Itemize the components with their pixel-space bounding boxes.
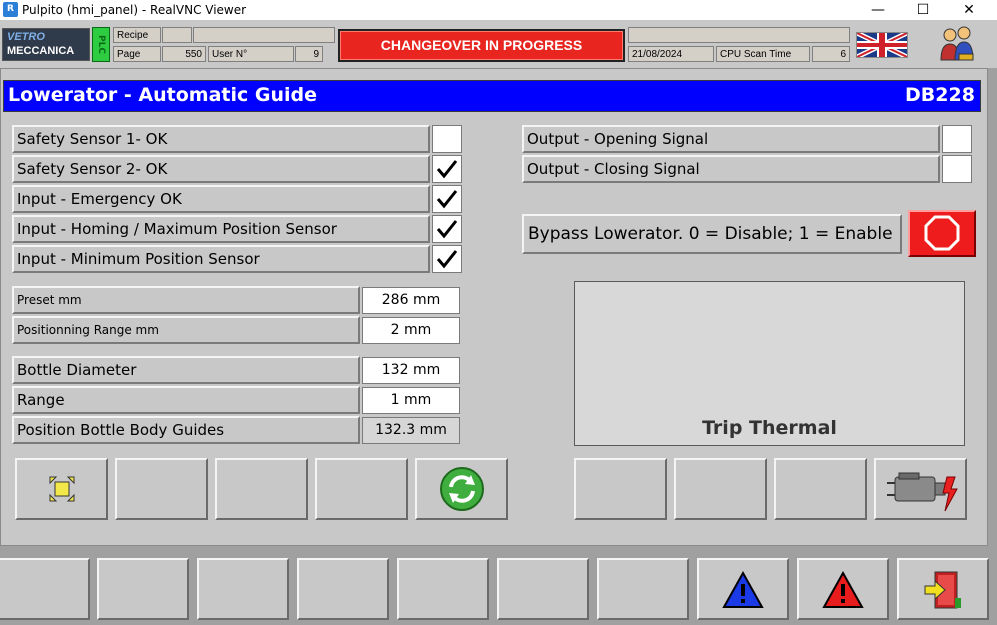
output-row-label: Output - Opening Signal — [522, 125, 940, 153]
exit-door-icon — [924, 571, 961, 609]
checkmark-icon — [436, 160, 458, 179]
maximize-button[interactable]: ☐ — [900, 0, 946, 20]
empty-button[interactable] — [115, 458, 208, 520]
status-checkbox[interactable] — [432, 215, 462, 243]
page-title: Lowerator - Automatic Guide — [8, 84, 317, 106]
warnings-button[interactable] — [697, 558, 789, 620]
footer-empty-button[interactable] — [297, 558, 389, 620]
refresh-icon — [439, 467, 484, 511]
status-checkbox[interactable] — [432, 125, 462, 153]
alarms-button[interactable] — [797, 558, 889, 620]
blue-warning-icon — [722, 570, 764, 608]
close-button[interactable]: ✕ — [946, 0, 992, 20]
status-row-label: Input - Homing / Maximum Position Sensor — [12, 215, 430, 243]
empty-button[interactable] — [674, 458, 767, 520]
minimize-button[interactable]: — — [855, 0, 901, 20]
preset-value[interactable]: 286 mm — [362, 287, 460, 314]
empty-button[interactable] — [574, 458, 667, 520]
users-button[interactable] — [915, 22, 997, 64]
empty-button[interactable] — [315, 458, 408, 520]
output-checkbox[interactable] — [942, 155, 972, 183]
refresh-button[interactable] — [415, 458, 508, 520]
guides-position-label: Position Bottle Body Guides — [12, 416, 360, 444]
trip-thermal-label: Trip Thermal — [702, 417, 837, 439]
footer-empty-button[interactable] — [97, 558, 189, 620]
checkmark-icon — [436, 220, 458, 239]
positioning-range-value[interactable]: 2 mm — [362, 317, 460, 344]
expand-icon — [49, 476, 74, 502]
status-row-label: Input - Emergency OK — [12, 185, 430, 213]
range-value[interactable]: 1 mm — [362, 387, 460, 414]
red-warning-icon — [822, 570, 864, 608]
positioning-range-label: Positionning Range mm — [12, 316, 360, 344]
status-checkbox[interactable] — [432, 155, 462, 183]
bypass-toggle-button[interactable] — [908, 210, 976, 257]
output-row-label: Output - Closing Signal — [522, 155, 940, 183]
status-row-label: Safety Sensor 2- OK — [12, 155, 430, 183]
header-blank-cell-right — [628, 27, 850, 43]
user-label: User N° — [208, 46, 294, 62]
range-label: Range — [12, 386, 360, 414]
fullscreen-button[interactable] — [15, 458, 108, 520]
status-checkbox[interactable] — [432, 245, 462, 273]
footer-empty-button[interactable] — [0, 558, 90, 620]
bottle-diameter-label: Bottle Diameter — [12, 356, 360, 384]
window-title: Pulpito (hmi_panel) - RealVNC Viewer — [22, 3, 247, 17]
bypass-label: Bypass Lowerator. 0 = Disable; 1 = Enabl… — [522, 214, 902, 254]
logo-line2: MECCANICA — [7, 45, 75, 57]
page-number: 550 — [162, 46, 206, 62]
preset-label: Preset mm — [12, 286, 360, 314]
user-number: 9 — [295, 46, 323, 62]
exit-button[interactable] — [897, 558, 989, 620]
recipe-value — [162, 27, 192, 43]
guides-position-value: 132.3 mm — [362, 417, 460, 444]
uk-flag-icon[interactable] — [855, 30, 909, 60]
status-checkbox[interactable] — [432, 185, 462, 213]
empty-button[interactable] — [215, 458, 308, 520]
status-row-label: Safety Sensor 1- OK — [12, 125, 430, 153]
header-blank-cell — [193, 27, 335, 43]
company-logo: VETRO MECCANICA — [2, 28, 90, 61]
circle-icon — [924, 215, 960, 251]
checkmark-icon — [436, 250, 458, 269]
recipe-label: Recipe — [113, 27, 161, 43]
bottle-diameter-value[interactable]: 132 mm — [362, 357, 460, 384]
empty-button[interactable] — [774, 458, 867, 520]
plc-status-indicator: PLC — [92, 27, 110, 62]
page-label: Page — [113, 46, 161, 62]
footer-empty-button[interactable] — [597, 558, 689, 620]
changeover-banner: CHANGEOVER IN PROGRESS — [338, 29, 625, 62]
checkmark-icon — [436, 190, 458, 209]
realvnc-app-icon: R — [3, 2, 18, 17]
cpu-scan-label: CPU Scan Time — [716, 46, 810, 62]
users-icon — [940, 26, 974, 61]
output-checkbox[interactable] — [942, 125, 972, 153]
status-row-label: Input - Minimum Position Sensor — [12, 245, 430, 273]
logo-line1: VETRO — [7, 31, 45, 43]
motor-thermal-button[interactable] — [874, 458, 967, 520]
footer-empty-button[interactable] — [197, 558, 289, 620]
footer-empty-button[interactable] — [497, 558, 589, 620]
db-identifier: DB228 — [905, 84, 975, 106]
motor-icon — [886, 472, 958, 512]
cpu-scan-value: 6 — [812, 46, 850, 62]
footer-empty-button[interactable] — [397, 558, 489, 620]
date-display: 21/08/2024 — [628, 46, 714, 62]
